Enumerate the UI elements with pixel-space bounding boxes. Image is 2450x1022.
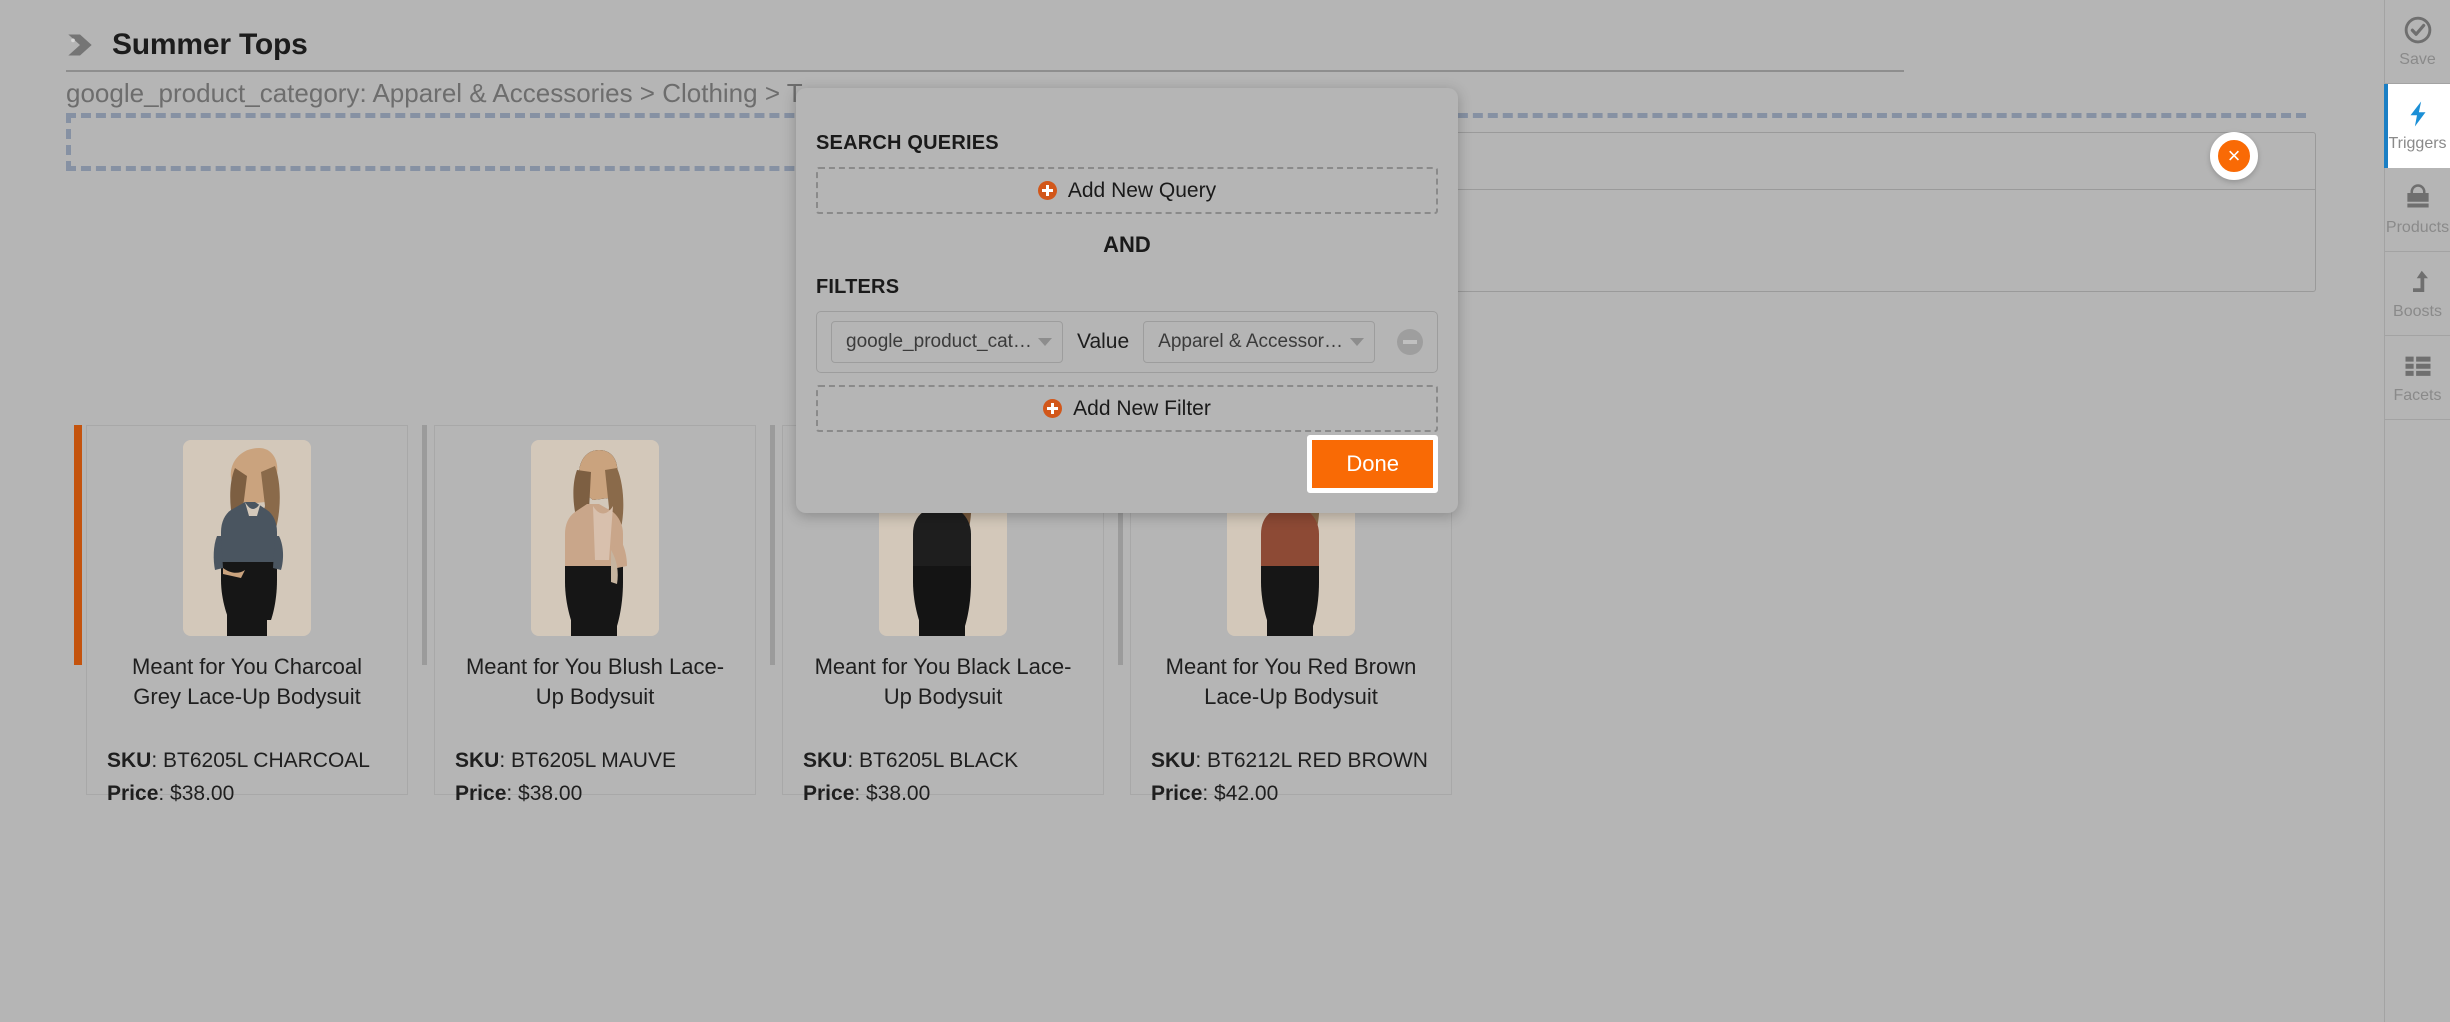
filter-field-value: google_product_cat… [846, 331, 1030, 352]
remove-filter-button[interactable] [1397, 329, 1423, 355]
page-header: Summer Tops [66, 28, 308, 62]
product-image [531, 440, 659, 636]
arrow-up-step-icon [2403, 267, 2433, 297]
product-card-slot: Meant for You Blush Lace-Up Bodysuit SKU… [414, 425, 762, 805]
rail-label-boosts: Boosts [2393, 302, 2442, 320]
product-divider-bar [422, 425, 427, 665]
plus-circle-icon [1037, 181, 1057, 200]
trigger-rules-modal: SEARCH QUERIES Add New Query AND FILTERS… [796, 88, 1458, 513]
sku-label: SKU [1151, 749, 1196, 773]
list-blocks-icon [2403, 351, 2433, 381]
add-new-query-button[interactable]: Add New Query [816, 167, 1438, 214]
product-meta: SKU: BT6205L BLACK Price: $38.00 [803, 749, 1019, 805]
product-meta: SKU: BT6205L MAUVE Price: $38.00 [455, 749, 676, 805]
check-circle-icon [2403, 15, 2433, 45]
sku-value: BT6205L MAUVE [511, 749, 676, 773]
rail-item-boosts[interactable]: Boosts [2385, 252, 2450, 336]
lightning-bolt-icon [2403, 99, 2433, 129]
product-title: Meant for You Black Lace-Up Bodysuit [814, 654, 1072, 709]
sku-label: SKU [455, 749, 500, 773]
rail-label-triggers: Triggers [2388, 135, 2447, 152]
add-new-query-label: Add New Query [1067, 178, 1217, 202]
chevron-down-icon [1038, 338, 1052, 346]
product-meta: SKU: BT6205L CHARCOAL Price: $38.00 [107, 749, 370, 805]
product-card[interactable]: Meant for You Blush Lace-Up Bodysuit SKU… [434, 425, 756, 805]
product-divider-bar [770, 425, 775, 665]
filter-value-select[interactable]: Apparel & Accessor… [1143, 321, 1376, 363]
product-card[interactable]: Meant for You Charcoal Grey Lace-Up Body… [86, 425, 408, 805]
sku-label: SKU [107, 749, 152, 773]
filter-field-select[interactable]: google_product_cat… [831, 321, 1063, 363]
rail-item-save[interactable]: Save [2385, 0, 2450, 84]
product-meta: SKU: BT6212L RED BROWN Price: $42.00 [1151, 749, 1428, 805]
sku-value: BT6205L BLACK [859, 749, 1019, 773]
product-title: Meant for You Charcoal Grey Lace-Up Body… [132, 654, 362, 709]
filter-row: google_product_cat… Value Apparel & Acce… [816, 311, 1438, 373]
rail-item-triggers[interactable]: Triggers [2384, 84, 2450, 168]
modal-body: SEARCH QUERIES Add New Query AND FILTERS… [796, 88, 1458, 432]
page-title: Summer Tops [112, 28, 308, 61]
rail-label-products: Products [2385, 218, 2450, 236]
price-value: $38.00 [866, 781, 931, 805]
search-queries-heading: SEARCH QUERIES [816, 132, 999, 154]
add-new-filter-button[interactable]: Add New Filter [816, 385, 1438, 432]
done-button[interactable]: Done [1307, 435, 1438, 493]
product-image [183, 440, 311, 636]
plus-circle-icon [1043, 399, 1063, 418]
product-card-slot: Meant for You Charcoal Grey Lace-Up Body… [66, 425, 414, 805]
sku-label: SKU [803, 749, 848, 773]
product-title: Meant for You Blush Lace-Up Bodysuit [465, 654, 725, 709]
price-label: Price [1151, 781, 1203, 805]
conjunction-row: AND [816, 214, 1438, 276]
product-accent-bar [74, 425, 82, 665]
price-value: $42.00 [1214, 781, 1279, 805]
price-value: $38.00 [170, 781, 235, 805]
price-label: Price [455, 781, 507, 805]
rail-item-products[interactable]: Products [2385, 168, 2450, 252]
rail-item-facets[interactable]: Facets [2385, 336, 2450, 420]
close-icon[interactable]: × [2210, 132, 2258, 180]
shopping-bag-icon [2403, 183, 2433, 213]
add-new-filter-label: Add New Filter [1073, 396, 1211, 420]
sku-value: BT6212L RED BROWN [1207, 749, 1428, 773]
right-rail: Save Triggers Products Boosts Facets [2384, 0, 2450, 1022]
conjunction-label: AND [1103, 232, 1151, 257]
rail-label-save: Save [2399, 50, 2436, 68]
filter-value-label: Value [1077, 330, 1130, 353]
price-value: $38.00 [518, 781, 583, 805]
product-title: Meant for You Red Brown Lace-Up Bodysuit [1165, 654, 1417, 709]
header-divider [66, 70, 1904, 72]
tag-icon [66, 31, 94, 59]
breadcrumb: google_product_category: Apparel & Acces… [66, 78, 842, 108]
app-root: Summer Tops google_product_category: App… [0, 0, 2450, 1022]
filter-value-text: Apparel & Accessor… [1158, 331, 1343, 352]
chevron-down-icon [1350, 338, 1365, 346]
modal-footer: Done [1307, 435, 1438, 493]
sku-value: BT6205L CHARCOAL [163, 749, 370, 773]
rail-label-facets: Facets [2393, 386, 2442, 404]
price-label: Price [107, 781, 159, 805]
price-label: Price [803, 781, 855, 805]
filters-heading: FILTERS [816, 276, 900, 298]
